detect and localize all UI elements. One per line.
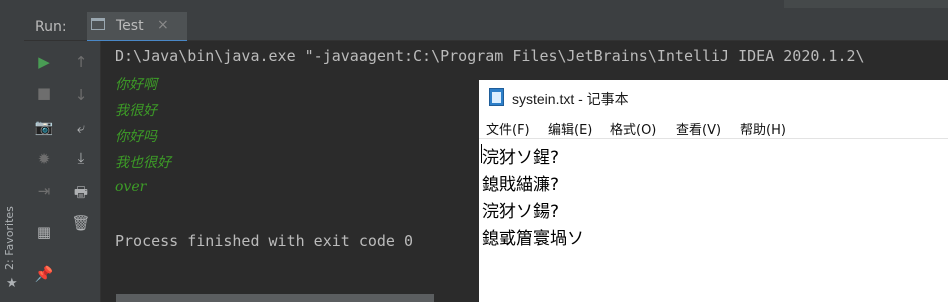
- output-line: 我也很好: [115, 155, 171, 171]
- debug-icon[interactable]: ✹: [35, 150, 53, 168]
- print-icon[interactable]: 🖶: [72, 183, 90, 201]
- tab-name: Test: [116, 18, 144, 34]
- run-header: Run: Test ×: [24, 0, 948, 42]
- down-arrow-icon[interactable]: ↓: [72, 86, 90, 104]
- favorites-strip: 2: Favorites ★: [0, 0, 25, 302]
- output-line: over: [115, 179, 147, 195]
- trash-icon[interactable]: 🗑: [71, 214, 90, 232]
- menu-format[interactable]: 格式(O): [610, 119, 656, 138]
- output-line: 你好啊: [115, 77, 157, 93]
- exit-message: Process finished with exit code 0: [115, 232, 414, 250]
- output-line: 我很好: [115, 103, 157, 119]
- notepad-window: systein.txt - 记事本 文件(F) 编辑(E) 格式(O) 查看(V…: [479, 80, 948, 302]
- command-line: D:\Java\bin\java.exe "-javaagent:C:\Prog…: [115, 47, 865, 65]
- favorites-tab[interactable]: 2: Favorites: [3, 206, 16, 270]
- menu-help[interactable]: 帮助(H): [740, 119, 786, 138]
- up-arrow-icon[interactable]: ↑: [72, 53, 90, 71]
- notepad-title-bar[interactable]: systein.txt - 记事本: [479, 80, 948, 114]
- output-line: 你好吗: [115, 129, 157, 145]
- run-toolbar-secondary: ↑ ↓ ⤶ ⤓ 🖶 🗑: [64, 41, 101, 302]
- run-toolbar-primary: ▶ ■ 📷 ✹ ⇥ ▦ 📌: [24, 41, 65, 302]
- tab-test[interactable]: Test ×: [87, 12, 187, 42]
- header-right-region: [784, 0, 948, 8]
- menu-view[interactable]: 查看(V): [676, 119, 721, 138]
- notepad-icon: [489, 88, 504, 106]
- notepad-title: systein.txt - 记事本: [512, 91, 629, 107]
- stop-icon[interactable]: ■: [35, 84, 53, 102]
- menu-edit[interactable]: 编辑(E): [548, 119, 592, 138]
- text-line[interactable]: 鎴戜篃寰堝ソ: [482, 224, 584, 249]
- rerun-icon[interactable]: ▶: [35, 53, 53, 71]
- exit-icon[interactable]: ⇥: [35, 182, 53, 200]
- camera-icon[interactable]: 📷: [35, 118, 54, 136]
- text-line[interactable]: 浣犲ソ鍚?: [482, 197, 559, 222]
- notepad-menubar: 文件(F) 编辑(E) 格式(O) 查看(V) 帮助(H): [479, 116, 948, 139]
- menu-file[interactable]: 文件(F): [486, 119, 530, 138]
- horizontal-scrollbar[interactable]: [116, 294, 434, 302]
- layout-icon[interactable]: ▦: [35, 223, 53, 241]
- pin-icon[interactable]: 📌: [35, 265, 54, 283]
- text-line[interactable]: 浣犲ソ鍟?: [482, 143, 559, 168]
- scroll-to-end-icon[interactable]: ⤓: [72, 149, 90, 167]
- run-label: Run:: [35, 19, 67, 35]
- close-icon[interactable]: ×: [157, 17, 169, 33]
- soft-wrap-icon[interactable]: ⤶: [72, 119, 90, 137]
- star-icon[interactable]: ★: [6, 276, 18, 291]
- text-line[interactable]: 鎴戝緢濂?: [482, 170, 559, 195]
- console-icon: [91, 18, 105, 30]
